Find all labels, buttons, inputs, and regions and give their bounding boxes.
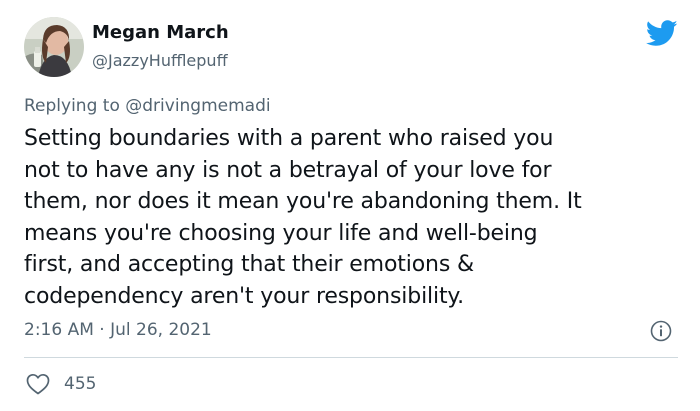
tweet-timestamp[interactable]: 2:16 AM · Jul 26, 2021 [24, 320, 212, 340]
tweet-card: Megan March @JazzyHufflepuff Replying to… [0, 0, 700, 411]
author-handle[interactable]: @JazzyHufflepuff [92, 51, 228, 70]
info-icon[interactable] [650, 320, 672, 342]
heart-icon [26, 373, 50, 395]
tweet-text-line: codependency aren't your responsibility. [24, 283, 465, 309]
like-count: 455 [64, 374, 97, 394]
replying-to: Replying to @drivingmemadi [24, 96, 271, 116]
replying-prefix: Replying to [24, 96, 120, 116]
twitter-bird-glyph [645, 20, 678, 46]
like-button[interactable]: 455 [26, 372, 96, 396]
twitter-bird-icon[interactable] [645, 20, 678, 47]
info-glyph [650, 320, 672, 342]
tweet-text-line: not to have any is not a betrayal of you… [24, 157, 552, 183]
tweet-text-line: Setting boundaries with a parent who rai… [24, 126, 554, 151]
tweet-text: Setting boundaries with a parent who rai… [24, 123, 684, 312]
tweet-text-line: means you're choosing your life and well… [24, 220, 538, 246]
avatar-image [24, 17, 84, 77]
tweet-text-line: them, nor does it mean you're abandoning… [24, 189, 582, 214]
author-avatar[interactable] [24, 17, 84, 77]
divider [24, 357, 678, 358]
author-name[interactable]: Megan March [92, 22, 229, 43]
tweet-text-line: first, and accepting that their emotions… [24, 252, 474, 277]
replying-to-mention[interactable]: @drivingmemadi [125, 96, 270, 116]
